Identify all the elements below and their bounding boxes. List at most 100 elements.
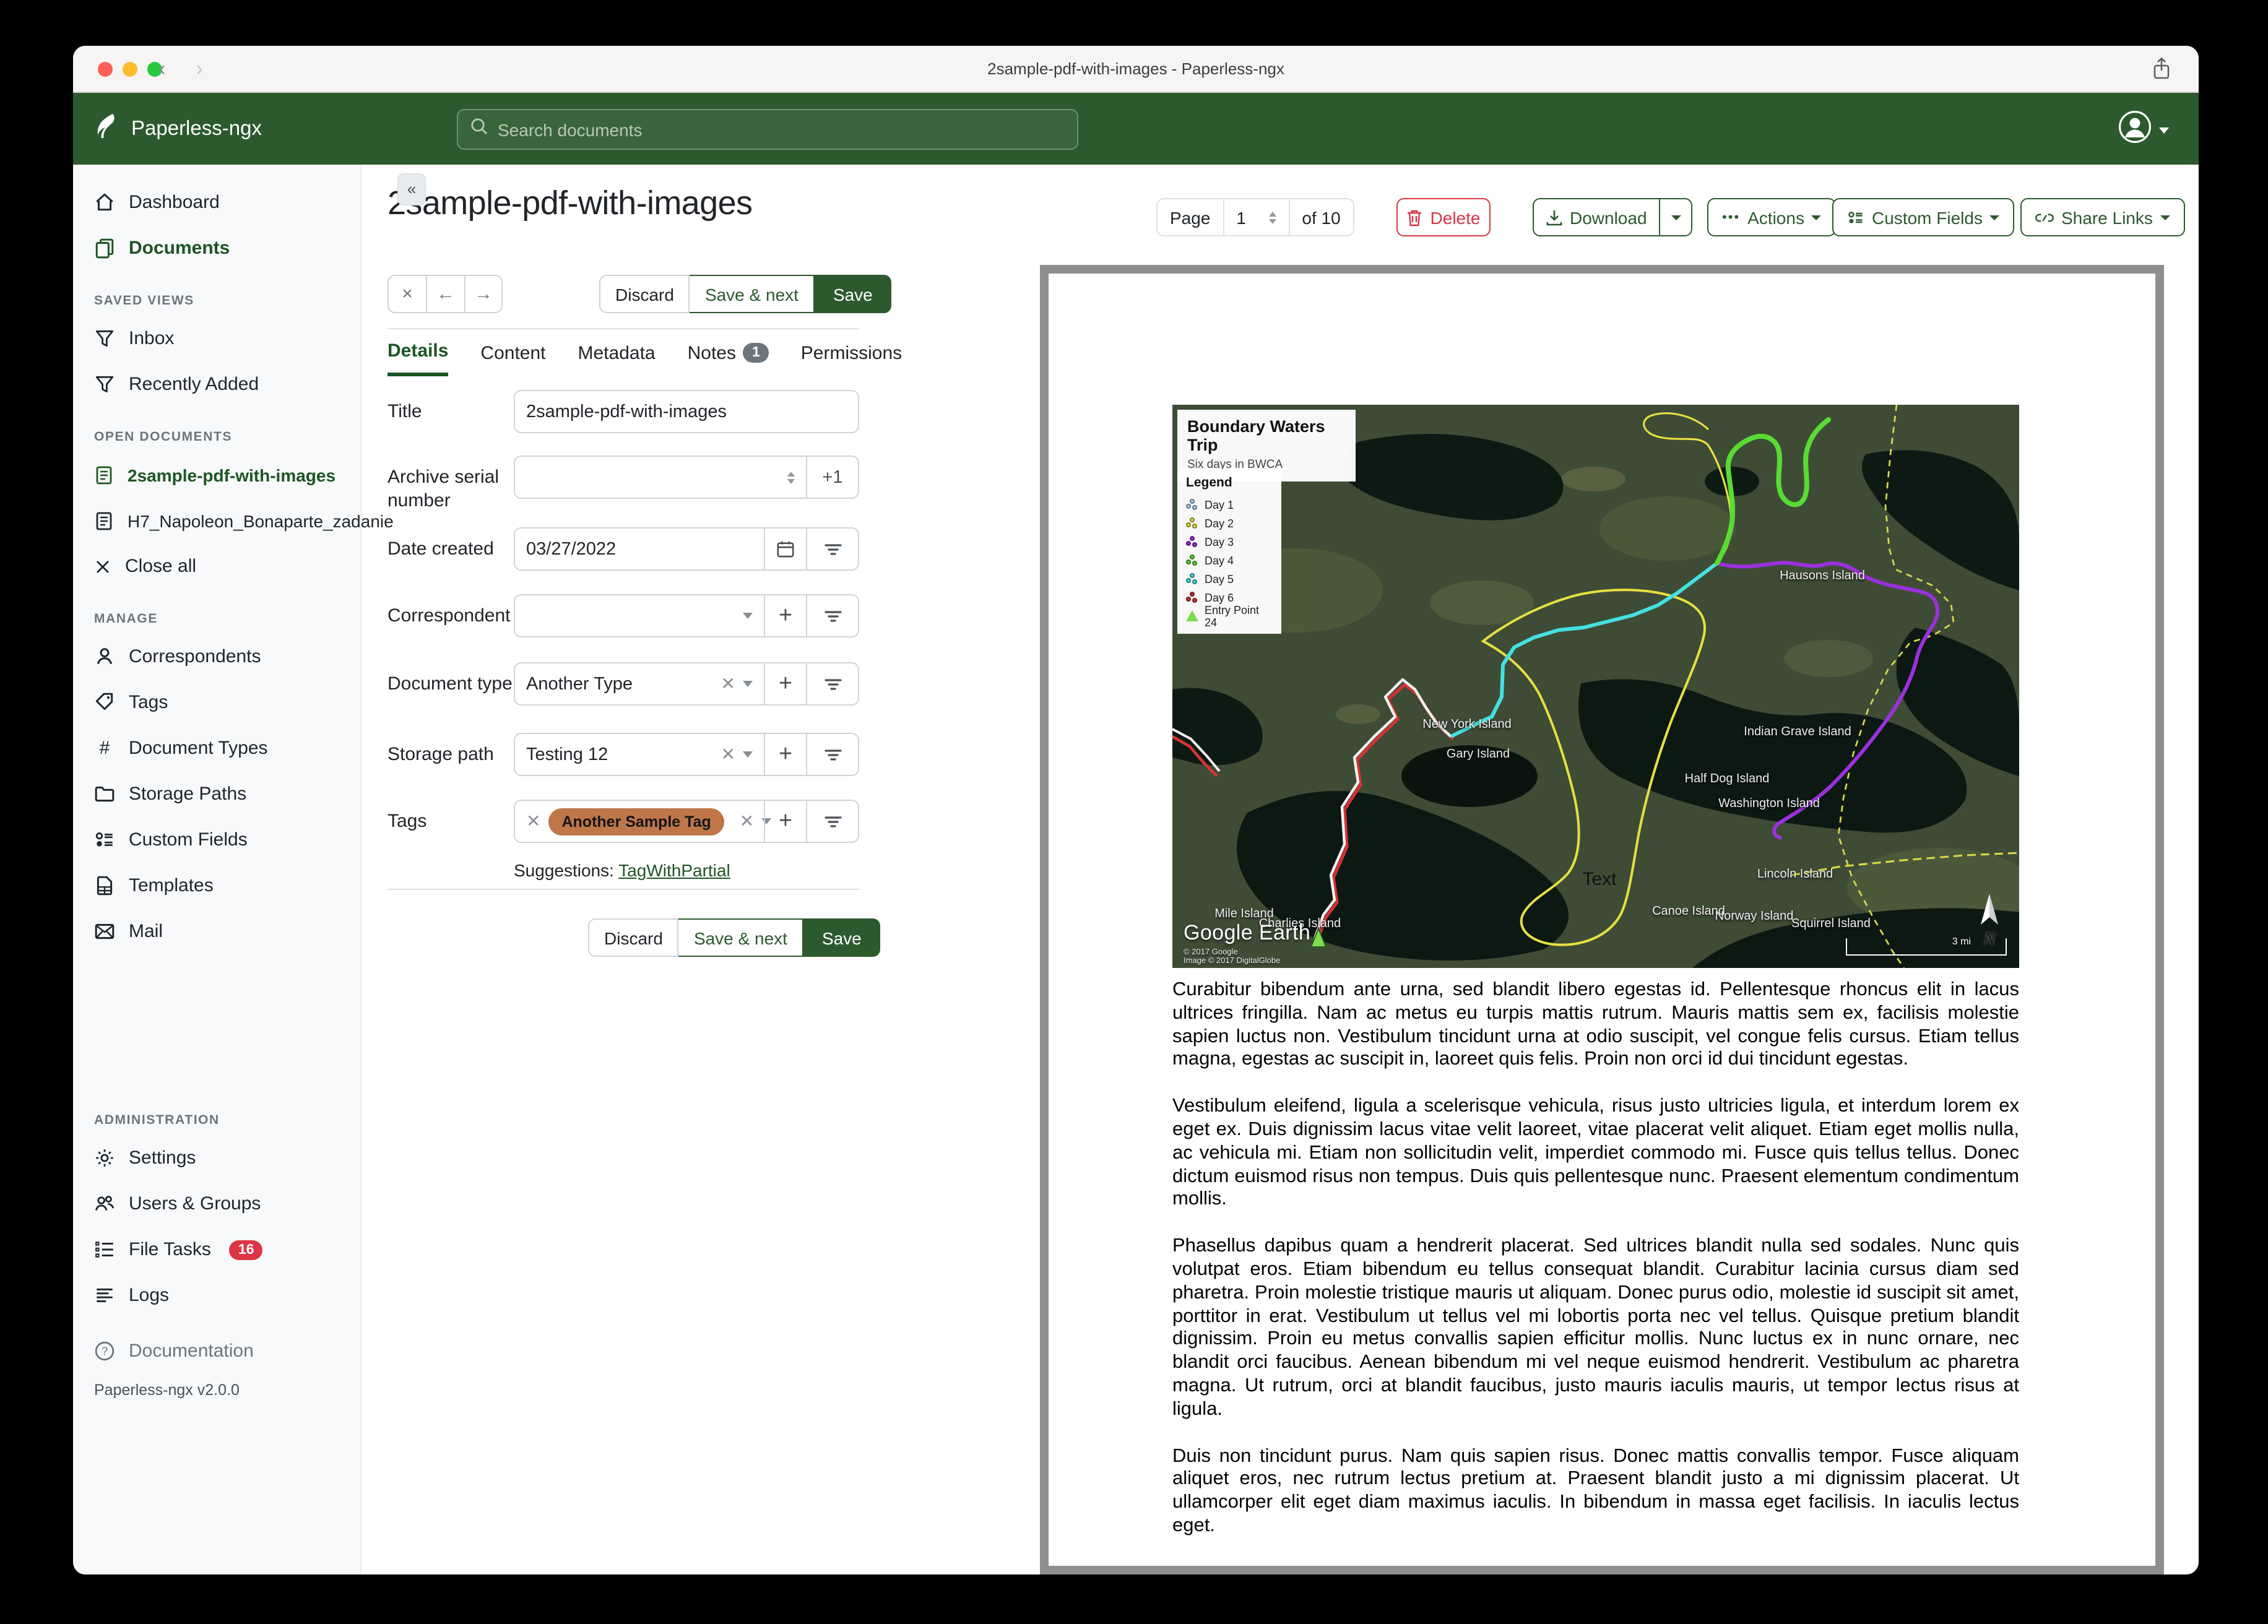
delete-button[interactable]: Delete [1396, 198, 1491, 236]
page-number-stepper[interactable] [1223, 199, 1290, 235]
sidebar-item-tags[interactable]: Tags [73, 680, 360, 725]
date-picker-button[interactable] [764, 529, 806, 569]
mail-icon [95, 923, 115, 939]
page-number-input[interactable] [1236, 207, 1264, 227]
clear-icon[interactable]: ✕ [740, 811, 754, 832]
sidebar-item-inbox[interactable]: Inbox [73, 316, 360, 361]
share-icon[interactable] [2152, 57, 2171, 87]
tab-notes[interactable]: Notes 1 [688, 340, 769, 376]
sidebar-collapse-button[interactable]: « [397, 173, 426, 205]
sidebar-item-close-all[interactable]: Close all [73, 543, 360, 589]
ellipsis-icon: ••• [1722, 210, 1741, 225]
tab-details[interactable]: Details [387, 340, 449, 376]
sidebar-item-logs[interactable]: Logs [73, 1272, 360, 1318]
search-bar[interactable] [457, 109, 1078, 150]
user-menu[interactable] [2118, 110, 2169, 150]
sidebar-item-templates[interactable]: Templates [73, 863, 360, 909]
sidebar-item-label: Dashboard [129, 192, 220, 213]
tab-permissions[interactable]: Permissions [801, 340, 902, 376]
tab-metadata[interactable]: Metadata [578, 340, 656, 376]
remove-tag-icon[interactable]: ✕ [526, 811, 540, 832]
share-links-button[interactable]: Share Links [2020, 198, 2185, 236]
correspondent-select[interactable] [515, 595, 764, 636]
add-document-type-button[interactable]: + [764, 663, 806, 704]
question-circle-icon: ? [95, 1341, 115, 1361]
asn-field[interactable] [526, 467, 780, 487]
page-spinner-icon[interactable] [1268, 211, 1276, 223]
sidebar-item-document-types[interactable]: # Document Types [73, 725, 360, 771]
suggestions-label: Suggestions: [514, 860, 614, 880]
field-label: Document type [387, 673, 513, 694]
legend-item: Day 2 [1186, 514, 1273, 532]
sidebar-item-mail[interactable]: Mail [73, 909, 360, 954]
sidebar-item-documents[interactable]: Documents [73, 225, 360, 271]
divider [387, 328, 859, 329]
tasks-list-icon [95, 1242, 113, 1258]
sidebar-item-users-groups[interactable]: Users & Groups [73, 1181, 360, 1227]
clear-icon[interactable]: ✕ [721, 673, 735, 694]
sidebar-item-label: Storage Paths [129, 784, 247, 805]
sidebar-item-label: Correspondents [129, 646, 261, 667]
title-field[interactable] [526, 402, 847, 421]
date-created-field[interactable] [526, 539, 753, 559]
sidebar-item-file-tasks[interactable]: File Tasks 16 [73, 1227, 360, 1272]
sidebar-item-documentation[interactable]: ? Documentation [73, 1328, 360, 1374]
download-options-button[interactable] [1660, 198, 1693, 236]
close-document-button[interactable]: × [387, 275, 426, 313]
brand[interactable]: Paperless-ngx [93, 111, 262, 147]
custom-fields-button[interactable]: Custom Fields [1832, 198, 2015, 236]
sidebar-item-correspondents[interactable]: Correspondents [73, 634, 360, 680]
map-scale-bar: 3 mi [1846, 936, 2007, 956]
save-next-button[interactable]: Save & next [690, 275, 815, 313]
sidebar-item-storage-paths[interactable]: Storage Paths [73, 771, 360, 817]
users-icon [95, 1196, 115, 1211]
pdf-preview-page[interactable]: Hausons Island New York Island Gary Isla… [1040, 265, 2164, 1574]
sidebar-item-open-doc-2[interactable]: H7_Napoleon_Bonaparte_zadanie [73, 498, 394, 543]
sidebar-item-label: Documentation [129, 1341, 254, 1362]
google-earth-logo: Google Earth [1184, 921, 1311, 944]
document-type-select[interactable]: Another Type ✕ [515, 663, 764, 704]
suggestion-link[interactable]: TagWithPartial [618, 860, 730, 880]
actions-button[interactable]: ••• Actions [1707, 198, 1837, 236]
correspondent-filter-button[interactable] [806, 595, 858, 636]
previous-document-button[interactable]: ← [426, 275, 464, 313]
add-storage-path-button[interactable]: + [764, 734, 806, 775]
add-correspondent-button[interactable]: + [764, 595, 806, 636]
add-tag-button[interactable]: + [764, 801, 806, 842]
save-button[interactable]: Save [814, 275, 891, 313]
custom-fields-icon [95, 832, 113, 847]
tab-content[interactable]: Content [480, 340, 545, 376]
search-input[interactable] [498, 119, 1065, 139]
notes-count-badge: 1 [743, 343, 769, 363]
macos-titlebar: ‹ › 2sample-pdf-with-images - Paperless-… [73, 46, 2199, 93]
sidebar-item-open-doc-1[interactable]: 2sample-pdf-with-images [73, 452, 360, 498]
save-next-button[interactable]: Save & next [678, 918, 803, 957]
discard-button[interactable]: Discard [599, 275, 690, 313]
tag-chip[interactable]: Another Sample Tag [548, 808, 725, 835]
sidebar-item-label: Document Types [129, 738, 268, 759]
sidebar-item-recently-added[interactable]: Recently Added [73, 361, 360, 407]
route-marker-icon [1186, 535, 1198, 548]
pdf-body-text: Curabitur bibendum ante urna, sed blandi… [1172, 979, 2019, 1561]
save-button[interactable]: Save [803, 918, 880, 957]
tags-select[interactable]: ✕ Another Sample Tag ✕ [515, 801, 772, 842]
tags-filter-button[interactable] [806, 801, 858, 842]
storage-path-select[interactable]: Testing 12 ✕ [515, 734, 764, 775]
clear-icon[interactable]: ✕ [721, 744, 735, 765]
paragraph: Vestibulum eleifend, ligula a scelerisqu… [1172, 1095, 2019, 1210]
sidebar-item-custom-fields[interactable]: Custom Fields [73, 817, 360, 863]
discard-button[interactable]: Discard [588, 918, 679, 957]
download-button[interactable]: Download [1533, 198, 1661, 236]
document-type-filter-button[interactable] [806, 663, 858, 704]
sidebar-item-settings[interactable]: Settings [73, 1135, 360, 1181]
entry-point-tree-icon [1186, 610, 1198, 621]
sidebar-item-dashboard[interactable]: Dashboard [73, 179, 360, 225]
storage-path-filter-button[interactable] [806, 734, 858, 775]
next-document-button[interactable]: → [464, 275, 503, 313]
form-row-document-type: Document type Another Type ✕ + [387, 662, 859, 706]
map-label: Lincoln Island [1757, 867, 1833, 881]
asn-spinner-icon[interactable] [787, 471, 795, 483]
asn-plus-one-button[interactable]: +1 [806, 457, 858, 498]
date-filter-button[interactable] [806, 529, 858, 569]
map-label: Gary Island [1447, 747, 1510, 761]
